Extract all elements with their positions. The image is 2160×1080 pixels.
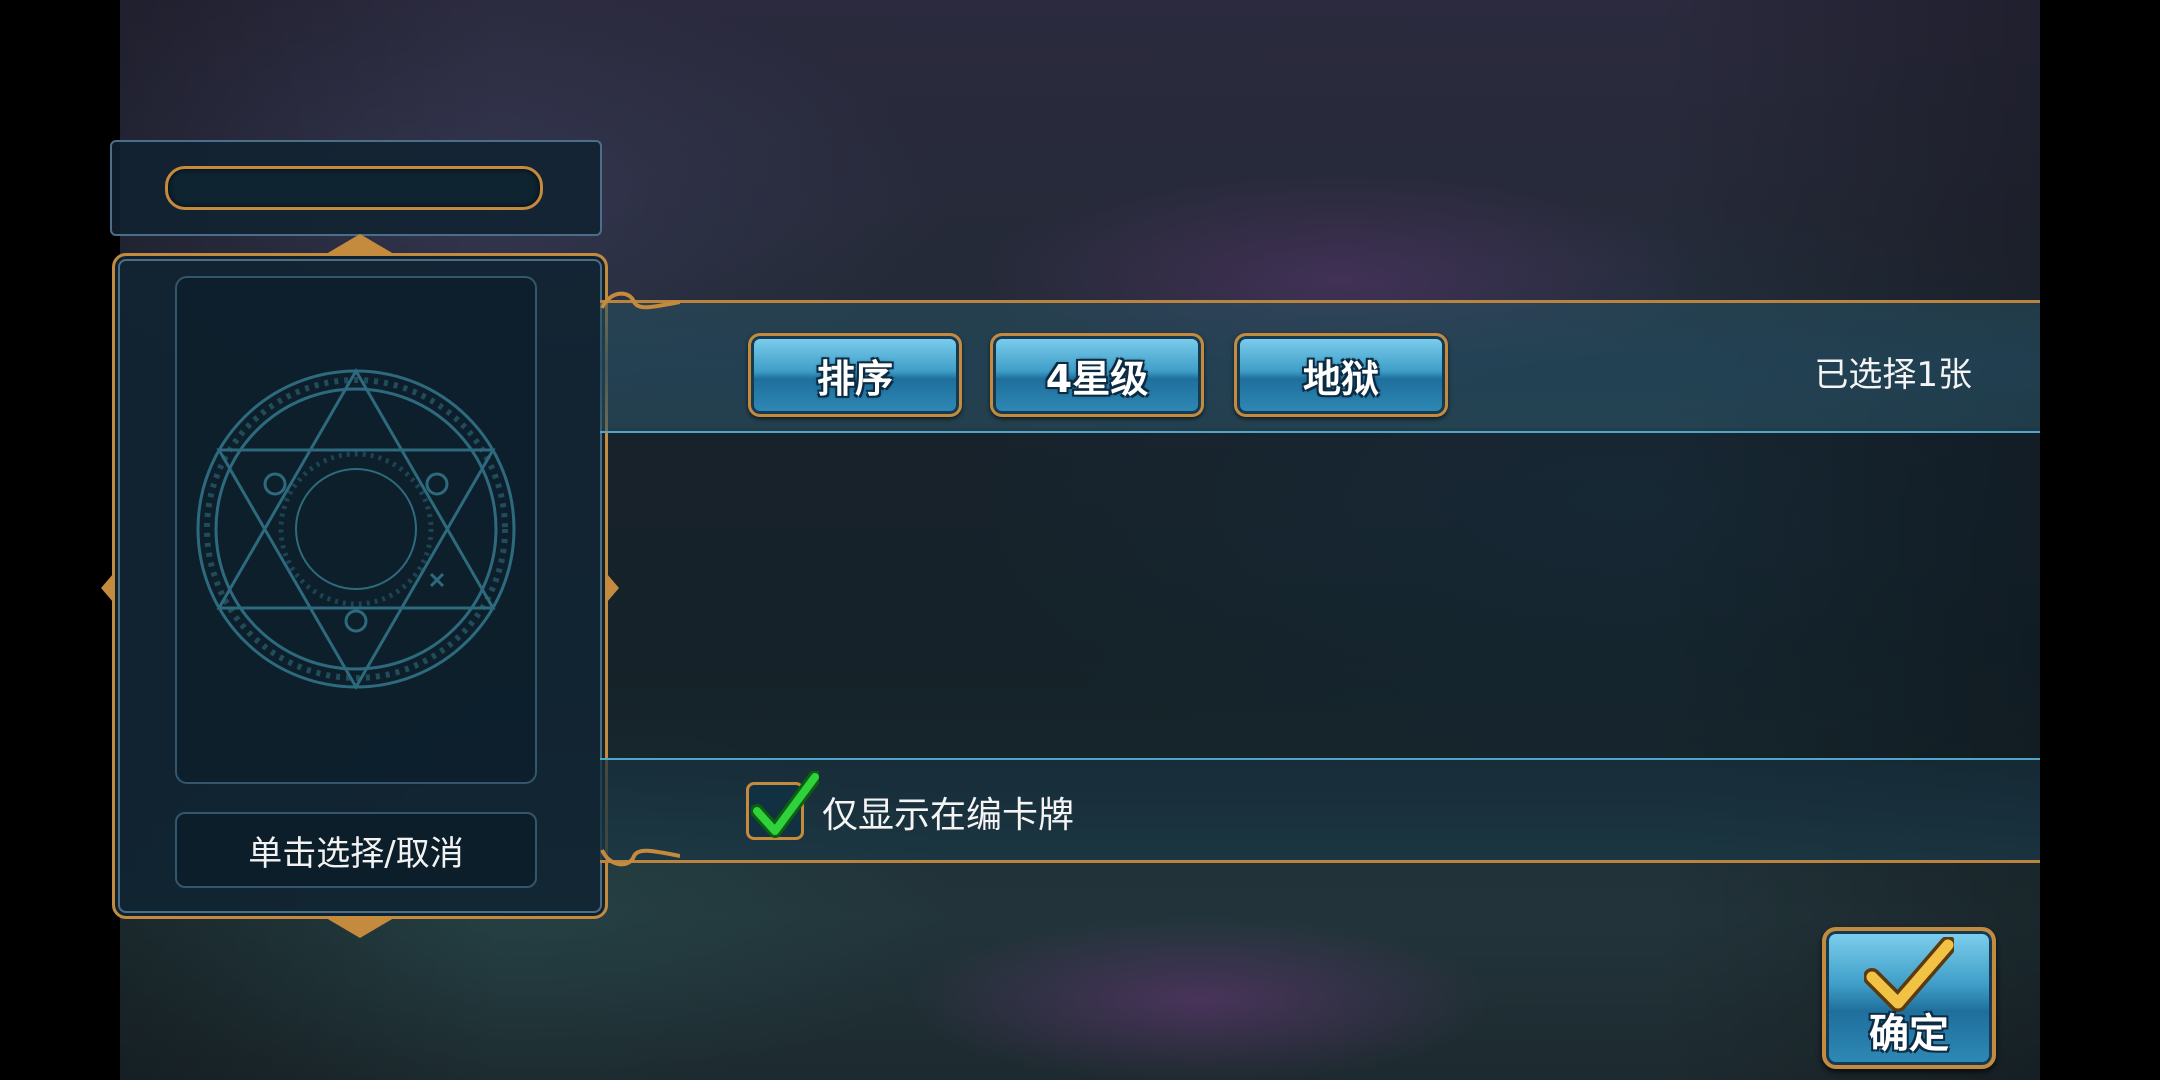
card-name-field xyxy=(165,166,543,210)
magic-circle-icon xyxy=(196,368,516,690)
show-in-deck-label[interactable]: 仅显示在编卡牌 xyxy=(822,786,1074,838)
card-preview-panel: 单击选择/取消 xyxy=(101,234,619,938)
scroll-ornament-bottom xyxy=(600,848,680,867)
scroll-ornament-top xyxy=(600,291,680,310)
filter-options-bar: 仅显示在编卡牌 xyxy=(600,758,2040,863)
select-hint-text: 单击选择/取消 xyxy=(248,833,464,874)
select-hint: 单击选择/取消 xyxy=(175,812,537,888)
confirm-button[interactable]: 确定 xyxy=(1822,927,1996,1069)
card-name-plate xyxy=(110,140,602,236)
ornament-bottom xyxy=(326,918,394,938)
ornament-left xyxy=(101,574,113,602)
card-list-area[interactable] xyxy=(600,428,2040,758)
ornament-right xyxy=(607,574,619,602)
ornament-top xyxy=(326,234,394,254)
region-filter-label: 地狱 xyxy=(1302,356,1379,401)
checkmark-icon xyxy=(751,771,819,838)
star-filter-label: 4星级 xyxy=(1045,356,1149,401)
show-in-deck-checkbox[interactable] xyxy=(746,771,819,840)
sort-button-label: 排序 xyxy=(816,356,893,401)
sort-button[interactable]: 排序 xyxy=(748,333,962,417)
region-filter-button[interactable]: 地狱 xyxy=(1234,333,1448,417)
selected-count: 已选择1张 xyxy=(1814,355,1972,395)
filter-bar: 排序 4星级 地狱 已选择1张 xyxy=(600,300,2040,433)
confirm-label: 确定 xyxy=(1869,1011,1949,1057)
star-filter-button[interactable]: 4星级 xyxy=(990,333,1204,417)
card-slot[interactable] xyxy=(175,276,537,784)
